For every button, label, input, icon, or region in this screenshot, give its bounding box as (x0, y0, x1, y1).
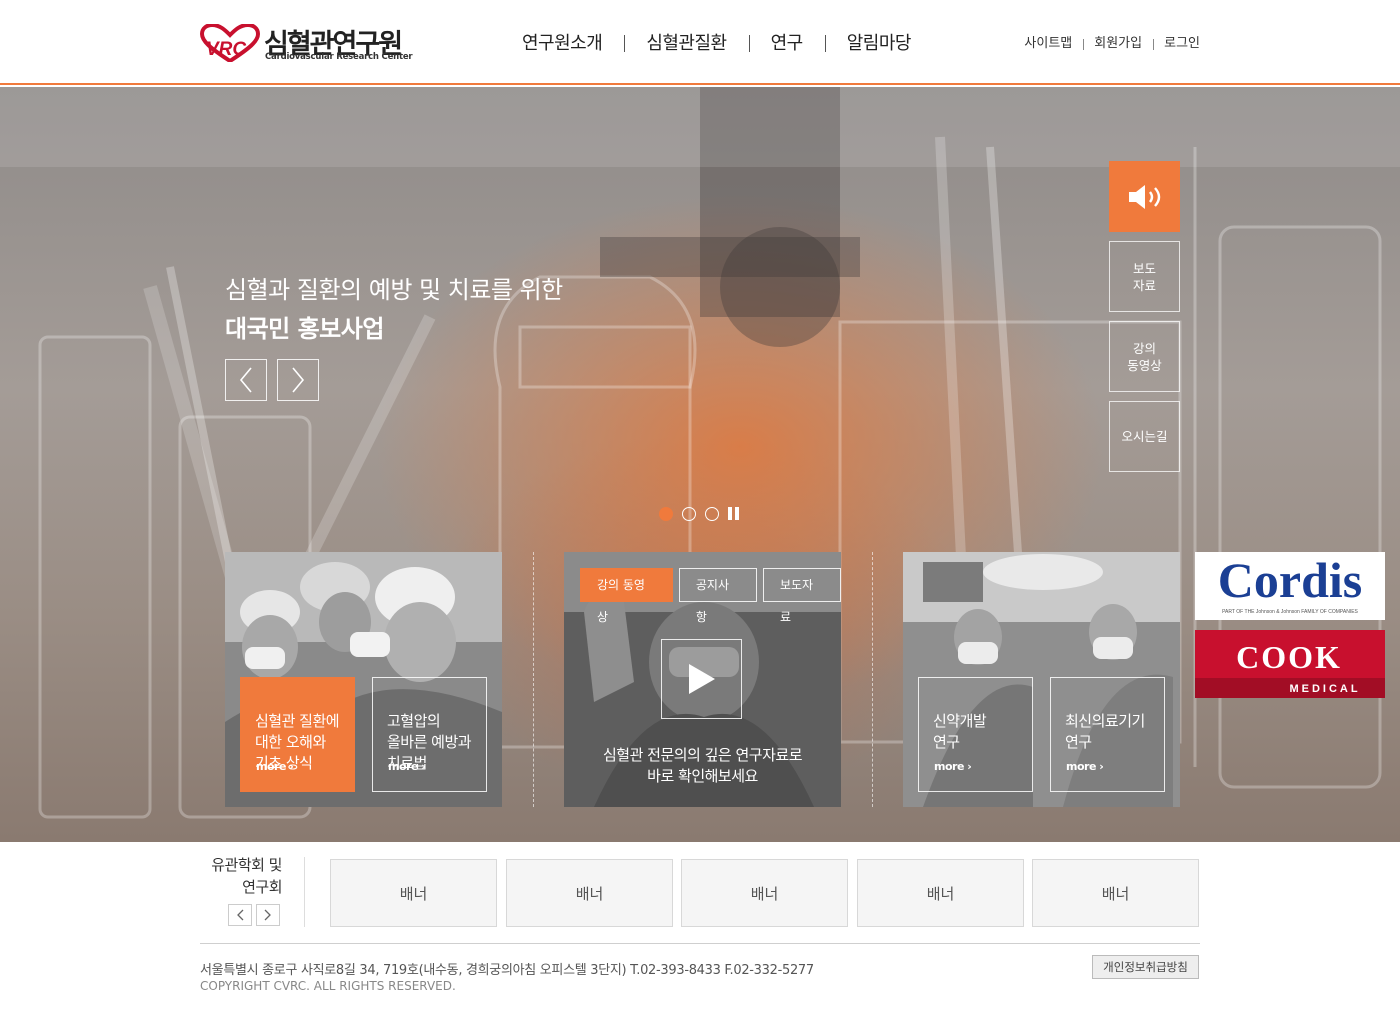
tab-lecture-video[interactable]: 강의 동영상 (580, 568, 673, 624)
footer-address: 서울특별시 종로구 사직로8길 34, 719호(내수동, 경희궁의아침 오피스… (200, 963, 814, 978)
sponsor-cook-logo[interactable]: COOK MEDICAL (1195, 630, 1385, 698)
chevron-left-icon (239, 367, 252, 393)
logo-english-text: Cardiovascular Research Center (265, 52, 413, 62)
hero-headline-line1: 심혈과 질환의 예방 및 치료를 위한 (225, 276, 563, 304)
chevron-left-icon (237, 909, 244, 921)
tile-heart-basics[interactable]: 심혈관 질환에 대한 오해와 기초 상식 more › (240, 677, 355, 792)
nav-item-about[interactable]: 연구원소개 (500, 30, 624, 58)
related-prev-button[interactable] (228, 904, 252, 926)
more-link[interactable]: more › (256, 756, 294, 777)
cook-logo-text: COOK (1236, 639, 1342, 675)
related-next-button[interactable] (256, 904, 280, 926)
hero-next-button[interactable] (277, 359, 319, 401)
card-divider (872, 552, 873, 807)
related-divider (304, 857, 305, 927)
nav-item-disease[interactable]: 심혈관질환 (624, 30, 748, 58)
tile-hypertension[interactable]: 고혈압의 올바른 예방과 치료법 more › (372, 677, 487, 792)
tab-press[interactable]: 보도자료 (762, 568, 841, 624)
audio-toggle-button[interactable] (1109, 161, 1180, 232)
cordis-logo-icon: Cordis PART OF THE Johnson & Johnson FAM… (1218, 552, 1362, 615)
signup-link[interactable]: 회원가입 (1083, 36, 1153, 52)
pause-icon[interactable] (728, 507, 740, 521)
footer-divider (200, 943, 1200, 944)
tile-drug-development-label: 신약개발 연구 (933, 712, 987, 751)
cordis-logo-text: Cordis (1218, 552, 1362, 608)
nav-item-research[interactable]: 연구 (748, 30, 825, 58)
hero-prev-button[interactable] (225, 359, 267, 401)
site-logo[interactable]: VRC 심혈관연구원 Cardiovascular Research Cente… (200, 22, 413, 66)
sitemap-link[interactable]: 사이트맵 (1013, 36, 1083, 52)
tile-drug-development[interactable]: 신약개발 연구 more › (918, 677, 1033, 792)
related-banner-3[interactable]: 배너 (681, 859, 848, 927)
tile-medical-device[interactable]: 최신의료기기 연구 more › (1050, 677, 1165, 792)
card-research: 신약개발 연구 more › 최신의료기기 연구 more › (903, 552, 1180, 807)
cordis-logo-subtext: PART OF THE Johnson & Johnson FAMILY OF … (1222, 609, 1358, 615)
utility-nav: 사이트맵 회원가입 로그인 (1013, 36, 1200, 52)
chevron-right-icon (264, 909, 271, 921)
site-header: VRC 심혈관연구원 Cardiovascular Research Cente… (0, 0, 1400, 85)
slide-dot-3[interactable] (705, 507, 719, 521)
cook-logo-subtext: MEDICAL (1289, 683, 1360, 695)
login-link[interactable]: 로그인 (1153, 36, 1200, 52)
quick-lecture-button[interactable]: 강의 동영상 (1109, 321, 1180, 392)
quick-directions-button[interactable]: 오시는길 (1109, 401, 1180, 472)
related-arrows (228, 904, 280, 926)
hero-headline-line2: 대국민 홍보사업 (225, 315, 384, 343)
play-icon (688, 664, 715, 694)
tile-medical-device-label: 최신의료기기 연구 (1065, 712, 1145, 751)
more-link[interactable]: more › (934, 756, 972, 777)
card-video: 강의 동영상 공지사항 보도자료 심혈관 전문의의 깊은 연구자료로 바로 확인… (564, 552, 841, 807)
footer-copyright: COPYRIGHT CVRC. ALL RIGHTS RESERVED. (200, 979, 456, 993)
quick-press-button[interactable]: 보도 자료 (1109, 241, 1180, 312)
related-banner-5[interactable]: 배너 (1032, 859, 1199, 927)
related-banner-1[interactable]: 배너 (330, 859, 497, 927)
chevron-right-icon (292, 367, 305, 393)
video-play-button[interactable] (661, 639, 742, 719)
card-divider (533, 552, 534, 807)
logo-mark-text: VRC (206, 39, 246, 60)
cook-logo-icon: COOK MEDICAL (1195, 639, 1385, 698)
related-banner-2[interactable]: 배너 (506, 859, 673, 927)
hero-slider: 심혈과 질환의 예방 및 치료를 위한 대국민 홍보사업 보도 자료 강의 동영… (0, 87, 1400, 842)
slide-dot-2[interactable] (682, 507, 696, 521)
speaker-icon (1128, 184, 1160, 209)
heart-logo-icon: VRC (200, 24, 260, 62)
main-nav: 연구원소개 심혈관질환 연구 알림마당 (500, 30, 933, 58)
slide-indicators (659, 507, 740, 521)
video-caption: 심혈관 전문의의 깊은 연구자료로 바로 확인해보세요 (602, 746, 803, 785)
slide-dot-1[interactable] (659, 507, 673, 521)
privacy-policy-button[interactable]: 개인정보취급방침 (1092, 955, 1199, 979)
more-link[interactable]: more › (1066, 756, 1104, 777)
more-link[interactable]: more › (388, 756, 426, 777)
tab-notice[interactable]: 공지사항 (678, 568, 757, 624)
nav-item-notice[interactable]: 알림마당 (824, 30, 933, 58)
related-societies: 유관학회 및 연구회 배너 배너 배너 배너 배너 (200, 842, 1200, 942)
card-health-info: 심혈관 질환에 대한 오해와 기초 상식 more › 고혈압의 올바른 예방과… (225, 552, 502, 807)
related-banner-4[interactable]: 배너 (857, 859, 1024, 927)
sponsor-cordis-logo[interactable]: Cordis PART OF THE Johnson & Johnson FAM… (1195, 552, 1385, 620)
related-societies-title: 유관학회 및 연구회 (211, 856, 282, 896)
content-tabs: 강의 동영상 공지사항 보도자료 (580, 568, 841, 624)
